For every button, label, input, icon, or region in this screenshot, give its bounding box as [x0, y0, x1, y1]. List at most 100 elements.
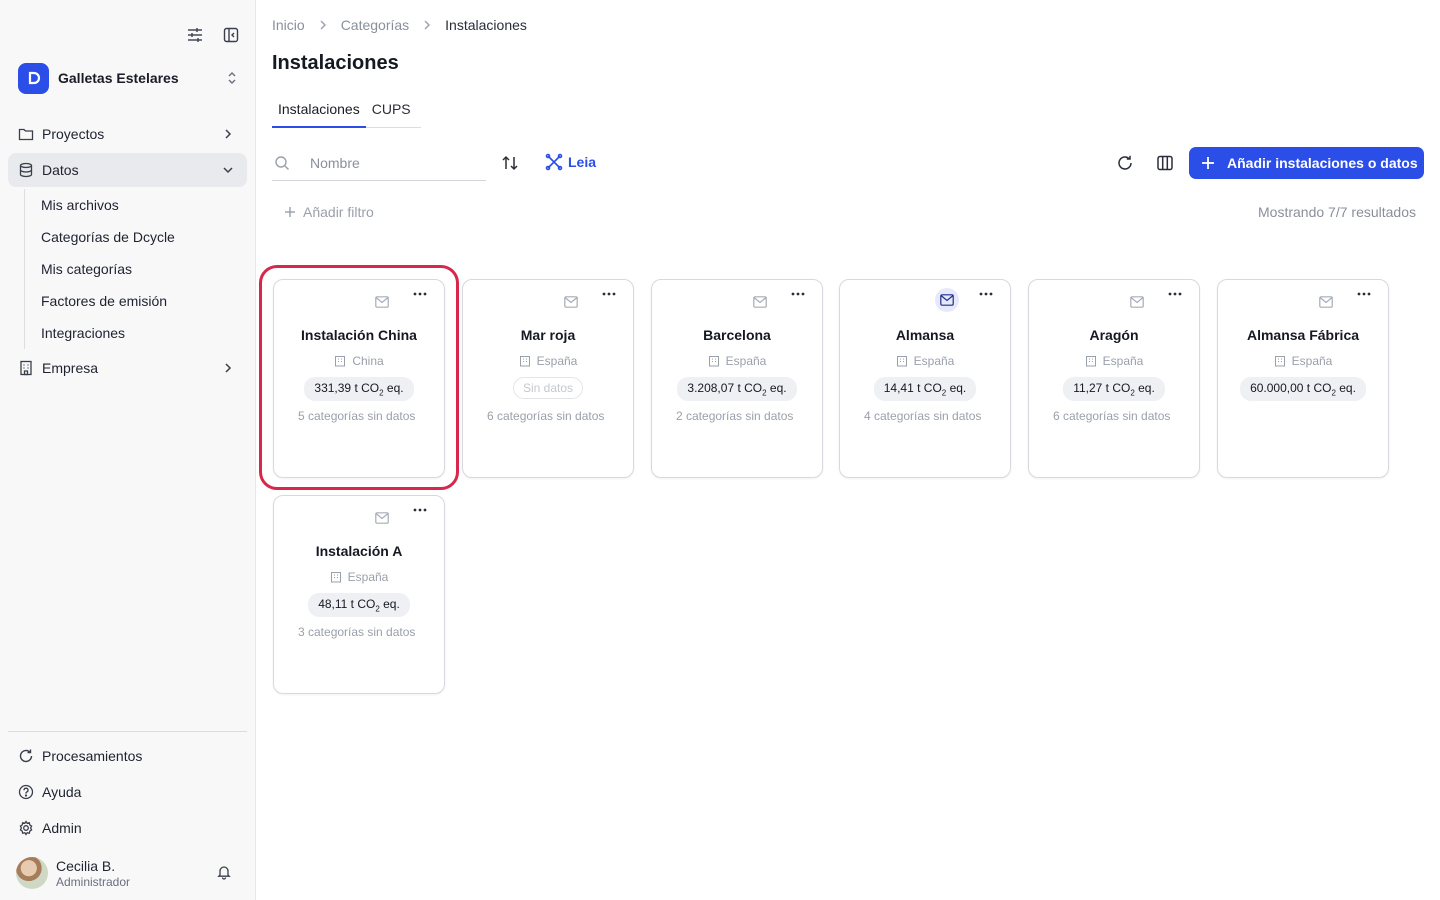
more-options-icon[interactable]	[1357, 292, 1371, 296]
more-options-icon[interactable]	[1168, 292, 1182, 296]
chevron-right-icon	[421, 19, 433, 31]
installation-name: Instalación A	[315, 543, 403, 559]
installation-name: Barcelona	[703, 327, 771, 343]
mail-icon[interactable]	[750, 292, 770, 312]
user-name: Cecilia B.	[56, 857, 116, 874]
organization-switcher[interactable]: Galletas Estelares	[18, 62, 242, 94]
emissions-amount: 48,11 t CO	[318, 597, 376, 611]
emissions-value: 14,41 t CO2 eq.	[873, 377, 977, 402]
filter-row: Añadir filtro Mostrando 7/7 resultados	[272, 204, 1416, 222]
tabs: Instalaciones CUPS	[272, 99, 421, 128]
refresh-icon	[18, 748, 34, 764]
avatar	[16, 857, 48, 889]
search-input[interactable]	[310, 155, 480, 171]
installation-card[interactable]: Mar roja España Sin datos 6 categorías sin …	[462, 279, 634, 478]
sidebar-subitem-mis-archivos[interactable]: Mis archivos	[41, 189, 247, 221]
building-icon	[519, 355, 531, 367]
installation-location: España	[274, 570, 444, 584]
sort-icon[interactable]	[501, 154, 519, 172]
emissions-unit: eq.	[1335, 381, 1356, 395]
sidebar-item-proyectos[interactable]: Proyectos	[8, 117, 247, 151]
sidebar-subitem-mis-categorias[interactable]: Mis categorías	[41, 253, 247, 285]
organization-logo-icon	[18, 62, 49, 94]
user-role: Administrador	[56, 874, 131, 889]
building-icon	[330, 571, 342, 583]
mail-icon[interactable]	[1316, 292, 1336, 312]
sidebar-item-empresa[interactable]: Empresa	[8, 351, 247, 385]
missing-categories: 6 categorías sin datos	[1053, 409, 1171, 423]
sidebar-item-procesamientos[interactable]: Procesamientos	[8, 739, 247, 773]
collapse-sidebar-icon[interactable]	[222, 26, 240, 44]
breadcrumb-current: Instalaciones	[445, 17, 527, 33]
chevron-up-down-icon	[226, 70, 238, 91]
breadcrumb-inicio[interactable]: Inicio	[272, 17, 305, 33]
more-options-icon[interactable]	[791, 292, 805, 296]
installation-card[interactable]: Barcelona España 3.208,07 t CO2 eq. 2 categ…	[651, 279, 823, 478]
refresh-icon[interactable]	[1116, 154, 1134, 172]
more-options-icon[interactable]	[413, 508, 427, 512]
more-options-icon[interactable]	[602, 292, 616, 296]
sidebar-item-label: Datos	[42, 162, 79, 178]
sidebar-item-label: Procesamientos	[42, 748, 143, 764]
bell-icon[interactable]	[216, 864, 232, 885]
sidebar-item-label: Ayuda	[42, 784, 82, 800]
columns-icon[interactable]	[1156, 154, 1174, 172]
sidebar-item-label: Empresa	[42, 360, 99, 376]
missing-categories: 4 categorías sin datos	[864, 409, 982, 423]
building-icon	[896, 355, 908, 367]
add-installations-button[interactable]: Añadir instalaciones o datos	[1189, 147, 1424, 179]
user-profile[interactable]: Cecilia B. Administrador	[16, 856, 240, 890]
mail-icon[interactable]	[935, 288, 959, 312]
search-icon	[274, 155, 290, 171]
installation-name: Almansa	[895, 327, 955, 343]
building-icon	[1085, 355, 1097, 367]
sidebar-subitem-categorias-dcycle[interactable]: Categorías de Dcycle	[41, 221, 247, 253]
sidebar-subitem-factores-emision[interactable]: Factores de emisión	[41, 285, 247, 317]
sidebar-item-label: Proyectos	[42, 126, 105, 142]
sidebar-item-datos[interactable]: Datos	[8, 153, 247, 187]
add-filter-label: Añadir filtro	[303, 204, 374, 220]
sidebar-divider	[8, 731, 247, 732]
emissions-amount: 60.000,00 t CO	[1250, 381, 1332, 395]
building-icon	[1274, 355, 1286, 367]
sliders-icon[interactable]	[186, 26, 204, 44]
sidebar-subitem-integraciones[interactable]: Integraciones	[41, 317, 247, 349]
folder-icon	[18, 126, 34, 142]
help-icon	[18, 784, 34, 800]
mail-icon[interactable]	[372, 508, 392, 528]
chevron-down-icon	[221, 163, 235, 180]
chevron-right-icon	[221, 361, 235, 378]
installation-card[interactable]: Aragón España 11,27 t CO2 eq. 6 categorías …	[1028, 279, 1200, 478]
sidebar-item-ayuda[interactable]: Ayuda	[8, 775, 247, 809]
database-icon	[18, 162, 34, 178]
leia-button[interactable]: Leia	[545, 153, 596, 171]
missing-categories: 3 categorías sin datos	[298, 625, 416, 639]
mail-icon[interactable]	[561, 292, 581, 312]
organization-name: Galletas Estelares	[58, 70, 179, 86]
leia-label: Leia	[568, 154, 597, 170]
add-filter-button[interactable]: Añadir filtro	[284, 204, 374, 220]
sidebar-item-admin[interactable]: Admin	[8, 811, 247, 845]
gear-icon	[18, 820, 34, 836]
installation-card[interactable]: Almansa España 14,41 t CO2 eq. 4 categorías…	[839, 279, 1011, 478]
building-icon	[18, 360, 34, 376]
installation-name: Aragón	[1089, 327, 1139, 343]
chevron-right-icon	[317, 19, 329, 31]
tab-instalaciones[interactable]: Instalaciones	[272, 99, 366, 128]
selection-highlight	[259, 265, 459, 490]
add-button-label: Añadir instalaciones o datos	[1227, 155, 1418, 171]
emissions-amount: 3.208,07 t CO	[687, 381, 763, 395]
breadcrumb-categorias[interactable]: Categorías	[341, 17, 409, 33]
installation-card[interactable]: Almansa Fábrica España 60.000,00 t CO2 eq.	[1217, 279, 1389, 478]
emissions-unit: eq.	[379, 597, 400, 611]
location-label: España	[347, 570, 389, 584]
installation-card[interactable]: Instalación A España 48,11 t CO2 eq. 3 cate…	[273, 495, 445, 694]
mail-icon[interactable]	[1127, 292, 1147, 312]
installation-location: España	[652, 354, 822, 368]
tab-cups[interactable]: CUPS	[366, 99, 417, 128]
sidebar-bottom-nav: Procesamientos Ayuda Admin	[8, 739, 247, 847]
more-options-icon[interactable]	[979, 292, 993, 296]
datos-subnav: Mis archivos Categorías de Dcycle Mis ca…	[24, 189, 247, 349]
installation-location: España	[1029, 354, 1199, 368]
installation-location: España	[463, 354, 633, 368]
